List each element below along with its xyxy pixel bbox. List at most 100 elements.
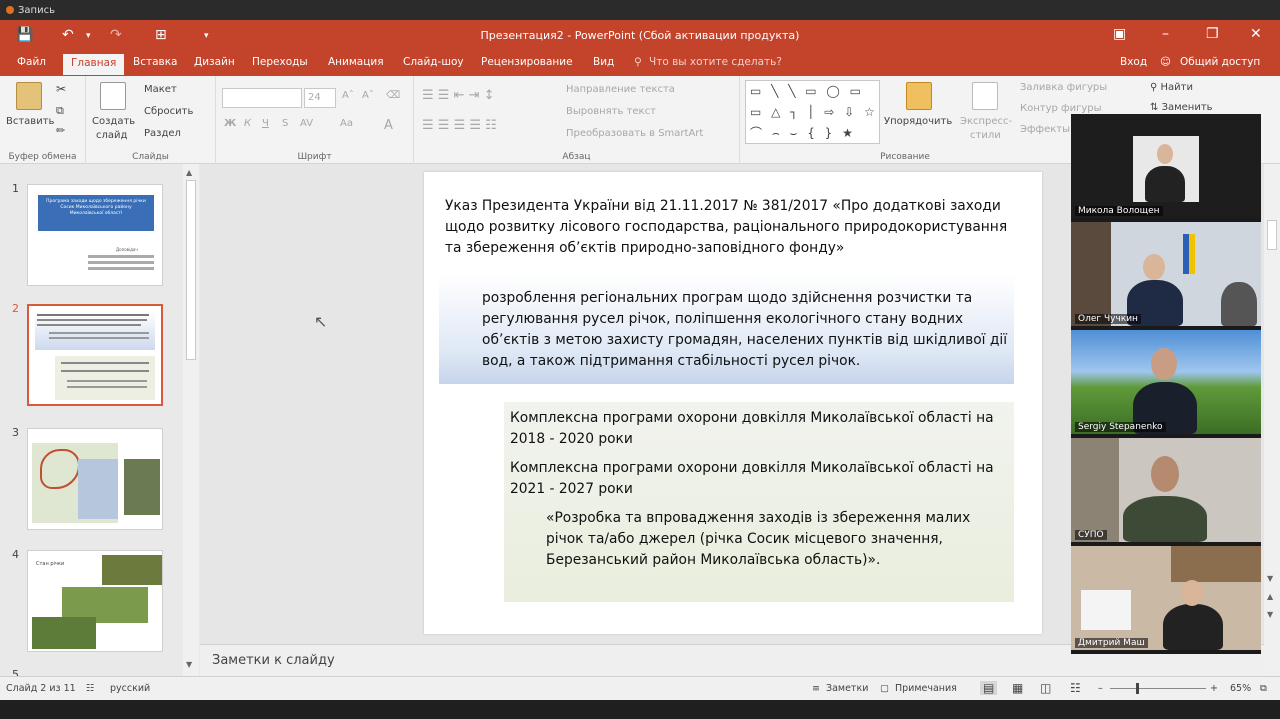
char-spacing-button[interactable]: AV: [300, 118, 313, 129]
zoom-in-button[interactable]: +: [1210, 683, 1218, 694]
bold-button[interactable]: Ж: [224, 118, 236, 129]
minimize-button[interactable]: –: [1162, 26, 1169, 42]
change-case-button[interactable]: Aa: [340, 118, 353, 129]
new-slide-icon[interactable]: [100, 82, 126, 110]
slide-thumbnail-3[interactable]: [27, 428, 163, 530]
italic-button[interactable]: К: [244, 118, 251, 129]
shrink-font-icon[interactable]: Aˇ: [362, 90, 374, 101]
font-name-box[interactable]: [222, 88, 302, 108]
notes-toggle-icon[interactable]: ≡: [812, 683, 820, 694]
scroll-down-icon[interactable]: ▼: [186, 660, 192, 669]
zoom-level[interactable]: 65%: [1230, 683, 1251, 694]
tab-animations[interactable]: Анимация: [328, 56, 384, 68]
comments-icon[interactable]: ▢: [880, 683, 889, 694]
tab-design[interactable]: Дизайн: [194, 56, 235, 68]
program-2021: Комплексна програми охорони довкілля Мик…: [510, 460, 994, 497]
paste-button[interactable]: Вставить: [6, 116, 54, 127]
prev-slide-icon[interactable]: ▲: [1267, 592, 1273, 601]
bullets-icon[interactable]: ☰ ☰ ⇤ ⇥ ↕: [422, 88, 495, 103]
share-button[interactable]: Общий доступ: [1180, 56, 1260, 68]
video-participants-panel: Микола Волощен Олег Чучкин Sergiy Stepan…: [1071, 114, 1261, 654]
editor-scrollbar[interactable]: ▼ ▲ ▼: [1264, 164, 1280, 676]
person-shape: [1145, 166, 1185, 202]
zoom-out-button[interactable]: –: [1098, 683, 1103, 694]
normal-view-icon[interactable]: ▤: [980, 681, 998, 695]
fit-slide-icon[interactable]: ⧉: [1260, 683, 1267, 694]
tab-view[interactable]: Вид: [593, 56, 614, 68]
shape-outline-button[interactable]: Контур фигуры: [1020, 103, 1102, 114]
new-slide-label2[interactable]: слайд: [96, 130, 127, 141]
tab-file[interactable]: Файл: [17, 56, 46, 68]
replace-button[interactable]: ⇅ Заменить: [1150, 102, 1213, 113]
underline-button[interactable]: Ч: [262, 118, 269, 129]
paste-icon[interactable]: [16, 82, 42, 110]
cut-icon[interactable]: ✂: [56, 82, 66, 96]
grow-font-icon[interactable]: Aˆ: [342, 90, 354, 101]
shapes-gallery[interactable]: ▭ ╲ ╲ ▭ ◯ ▭ ▭ △ ┐ │ ⇨ ⇩ ☆ ⌒ ⌢ ⌣ { } ★: [745, 80, 880, 144]
tab-insert[interactable]: Вставка: [133, 56, 178, 68]
format-painter-icon[interactable]: ✏: [56, 124, 65, 137]
slideshow-icon[interactable]: ☷: [1070, 681, 1081, 695]
participant-tile[interactable]: Микола Волощен: [1071, 114, 1261, 218]
comments-toggle[interactable]: Примечания: [895, 683, 957, 694]
new-slide-button[interactable]: Создать: [92, 116, 135, 127]
thumbnail-title: Програма заходи щодо збереження річки Со…: [38, 195, 154, 231]
find-button[interactable]: ⚲ Найти: [1150, 82, 1193, 93]
thumbnail-number: 4: [12, 548, 19, 561]
copy-icon[interactable]: ⧉: [56, 104, 64, 118]
language-indicator[interactable]: русский: [110, 683, 150, 694]
notes-toggle[interactable]: Заметки: [826, 683, 868, 694]
signin-link[interactable]: Вход: [1120, 56, 1147, 68]
slide-canvas[interactable]: Указ Президента України від 21.11.2017 №…: [424, 172, 1042, 634]
align-icons[interactable]: ☰ ☰ ☰ ☰ ☷: [422, 118, 497, 133]
tell-me-input[interactable]: Что вы хотите сделать?: [649, 56, 782, 68]
participant-name: Sergiy Stepanenko: [1075, 422, 1166, 432]
ribbon-display-options-icon[interactable]: ▣: [1113, 26, 1126, 42]
tab-home[interactable]: Главная: [63, 54, 125, 75]
tab-review[interactable]: Рецензирование: [481, 56, 573, 68]
clear-format-icon[interactable]: ⌫: [386, 90, 400, 101]
participant-tile[interactable]: СУПО: [1071, 438, 1261, 542]
slide-thumbnail-2[interactable]: [27, 304, 163, 406]
text-direction-button[interactable]: Направление текста: [566, 84, 675, 95]
scroll-up-icon[interactable]: ▲: [186, 168, 192, 177]
participant-tile[interactable]: Sergiy Stepanenko: [1071, 330, 1261, 434]
font-size-box[interactable]: 24: [304, 88, 336, 108]
participant-tile[interactable]: Дмитрий Маш: [1071, 546, 1261, 650]
scroll-down-icon[interactable]: ▼: [1267, 574, 1273, 583]
slide-sorter-icon[interactable]: ▦: [1012, 681, 1023, 695]
zoom-slider[interactable]: [1110, 688, 1206, 689]
slide-thumbnail-1[interactable]: Програма заходи щодо збереження річки Со…: [27, 184, 163, 286]
editor-scroll-thumb[interactable]: [1267, 220, 1277, 250]
program-2018: Комплексна програми охорони довкілля Мик…: [510, 410, 994, 447]
shape-fill-button[interactable]: Заливка фигуры: [1020, 82, 1107, 93]
convert-smartart-button[interactable]: Преобразовать в SmartArt: [566, 128, 703, 139]
restore-button[interactable]: ❐: [1206, 26, 1219, 42]
quick-styles-icon[interactable]: [972, 82, 998, 110]
slide-thumbnail-4[interactable]: Стан річки: [27, 550, 163, 652]
next-slide-icon[interactable]: ▼: [1267, 610, 1273, 619]
reset-button[interactable]: Сбросить: [144, 106, 193, 117]
layout-button[interactable]: Макет: [144, 84, 177, 95]
section-button[interactable]: Раздел: [144, 128, 181, 139]
slide-bullet: розроблення регіональних програм щодо зд…: [482, 290, 1008, 369]
shape-effects-button[interactable]: Эффекты: [1020, 124, 1070, 135]
tab-transitions[interactable]: Переходы: [252, 56, 308, 68]
tab-slideshow[interactable]: Слайд-шоу: [403, 56, 464, 68]
quick-styles-label2[interactable]: стили: [970, 130, 1001, 141]
person-head: [1143, 254, 1165, 280]
font-color-button[interactable]: A: [384, 118, 393, 133]
close-button[interactable]: ✕: [1250, 26, 1262, 42]
participant-tile[interactable]: Олег Чучкин: [1071, 222, 1261, 326]
thumbnails-scroll-thumb[interactable]: [186, 180, 196, 360]
thumbnails-scrollbar[interactable]: ▲ ▼: [183, 164, 199, 676]
zoom-slider-thumb[interactable]: [1136, 683, 1139, 694]
arrange-button[interactable]: Упорядочить: [884, 116, 952, 127]
strikethrough-button[interactable]: S: [282, 118, 288, 129]
slide-thumbnails-pane: 1 Програма заходи щодо збереження річки …: [0, 164, 200, 681]
spellcheck-icon[interactable]: ☷: [86, 683, 95, 694]
quick-styles-button[interactable]: Экспресс-: [960, 116, 1012, 127]
arrange-icon[interactable]: [906, 82, 932, 110]
reading-view-icon[interactable]: ◫: [1040, 681, 1051, 695]
align-text-button[interactable]: Выровнять текст: [566, 106, 656, 117]
